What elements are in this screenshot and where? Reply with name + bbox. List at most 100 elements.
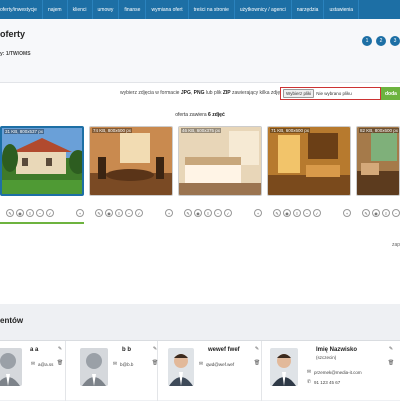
photo-toolbar: ✎ ◉ ≡ −: [362, 209, 400, 217]
selected-photo-indicator: [0, 222, 84, 224]
agent-name: b b: [122, 347, 131, 353]
photo-size-label: 71 KB, 600x600 px: [270, 128, 311, 133]
dining-room-image: [90, 127, 172, 195]
avatar: [168, 348, 194, 386]
pencil-icon[interactable]: ✎: [388, 346, 394, 352]
nav-item-offers[interactable]: oferty/inwestycje: [0, 0, 43, 19]
eye-icon[interactable]: ◉: [194, 209, 202, 217]
nav-item-finance[interactable]: finanse: [119, 0, 147, 19]
minus-icon[interactable]: −: [125, 209, 133, 217]
upload-hint: wybierz zdjęcia w formacie JPG, PNG lub …: [120, 90, 283, 96]
choose-files-button[interactable]: Wybierz pliki: [283, 89, 315, 98]
offer-number: y: 1/TW/OMS: [0, 51, 31, 57]
pencil-icon[interactable]: ✎: [273, 209, 281, 217]
agent-location: (szczecin): [316, 355, 337, 360]
eye-icon[interactable]: ◉: [372, 209, 380, 217]
nav-item-tools[interactable]: narzędzia: [292, 0, 325, 19]
bedroom-image: [179, 127, 261, 195]
step-2-button[interactable]: 2: [376, 36, 386, 46]
step-3-button[interactable]: 3: [390, 36, 400, 46]
agents-title: entów: [0, 316, 24, 325]
photo-count: oferta zawiera 6 zdjęć: [175, 112, 225, 118]
plus-icon[interactable]: +: [343, 209, 351, 217]
photo-size-label: 82 KB, 800x600 px: [359, 128, 399, 133]
file-input[interactable]: Wybierz pliki Nie wybrano pliku: [280, 87, 381, 100]
nav-item-contracts[interactable]: umowy: [93, 0, 120, 19]
avatar: [80, 348, 108, 386]
list-icon[interactable]: ≡: [382, 209, 390, 217]
agent-phone: 91 123 45 67: [314, 380, 341, 385]
agents-list: a a ✉ a@a.ss ✎ 🗑 b b ✉ b@b.b ✎ 🗑 wewef f…: [0, 340, 400, 401]
agent-email[interactable]: qwd@wef.wef: [206, 362, 234, 367]
agent-email[interactable]: b@b.b: [120, 362, 133, 367]
agent-name: Imię Nazwisko: [316, 347, 358, 353]
nav-item-settings[interactable]: ustawienia: [324, 0, 360, 19]
agent-contact-icons: ✉: [30, 361, 36, 367]
check-icon[interactable]: ✓: [313, 209, 321, 217]
photo-thumbnail[interactable]: 82 KB, 800x600 px: [356, 126, 400, 196]
minus-icon[interactable]: −: [303, 209, 311, 217]
nav-item-site-content[interactable]: treści na stronie: [189, 0, 235, 19]
check-icon[interactable]: ✓: [135, 209, 143, 217]
nav-item-users-agents[interactable]: użytkownicy / agenci: [235, 0, 292, 19]
list-icon[interactable]: ≡: [204, 209, 212, 217]
pencil-icon[interactable]: ✎: [184, 209, 192, 217]
trash-icon[interactable]: 🗑: [57, 360, 63, 366]
living-room-image: [268, 127, 350, 195]
pencil-icon[interactable]: ✎: [95, 209, 103, 217]
eye-icon[interactable]: ◉: [16, 209, 24, 217]
nav-item-clients[interactable]: klienci: [68, 0, 93, 19]
nav-item-rental[interactable]: najem: [43, 0, 68, 19]
agent-email[interactable]: przemek@media-it.com: [314, 370, 362, 375]
photo-toolbar: ✎ ◉ ≡ − ✓ +: [184, 209, 262, 217]
minus-icon[interactable]: −: [214, 209, 222, 217]
pencil-icon[interactable]: ✎: [57, 346, 63, 352]
eye-icon[interactable]: ◉: [283, 209, 291, 217]
upload-row: wybierz zdjęcia w formacie JPG, PNG lub …: [0, 86, 400, 100]
agents-section-header: [0, 304, 400, 340]
photo-thumbnail[interactable]: 46 KB, 600x375 px: [178, 126, 262, 196]
list-icon[interactable]: ≡: [293, 209, 301, 217]
agent-name: a a: [30, 347, 39, 353]
photo-thumbnail[interactable]: 71 KB, 600x600 px: [267, 126, 351, 196]
check-icon[interactable]: ✓: [224, 209, 232, 217]
pencil-icon[interactable]: ✎: [6, 209, 14, 217]
agent-name: wewef fwef: [208, 347, 240, 353]
list-icon[interactable]: ≡: [115, 209, 123, 217]
envelope-icon: ✉: [306, 369, 312, 375]
top-navigation: oferty/inwestycje najem klienci umowy fi…: [0, 0, 400, 19]
minus-icon[interactable]: −: [392, 209, 400, 217]
plus-icon[interactable]: +: [254, 209, 262, 217]
nav-item-offer-exchange[interactable]: wymiana ofert: [146, 0, 189, 19]
photo-toolbar: ✎ ◉ ≡ − ✓ +: [273, 209, 351, 217]
plus-icon[interactable]: +: [165, 209, 173, 217]
trash-icon[interactable]: 🗑: [388, 360, 394, 366]
photo-toolbar: ✎ ◉ ≡ − ✓ +: [95, 209, 173, 217]
house-exterior-image: [2, 128, 82, 194]
save-hint: zap: [391, 242, 400, 248]
agent-card[interactable]: Imię Nazwisko (szczecin) ✉ przemek@media…: [262, 341, 400, 401]
minus-icon[interactable]: −: [36, 209, 44, 217]
photo-thumbnail[interactable]: 31 KB, 800x537 px: [0, 126, 84, 196]
photo-size-label: 74 KB, 800x600 px: [92, 128, 133, 133]
pencil-icon[interactable]: ✎: [362, 209, 370, 217]
list-icon[interactable]: ≡: [26, 209, 34, 217]
add-photos-button[interactable]: doda: [381, 87, 400, 100]
step-1-button[interactable]: 1: [362, 36, 372, 46]
eye-icon[interactable]: ◉: [105, 209, 113, 217]
photo-thumbnail[interactable]: 74 KB, 800x600 px: [89, 126, 173, 196]
interior-image: [357, 127, 399, 195]
pencil-icon[interactable]: ✎: [254, 346, 260, 352]
agent-card[interactable]: b b ✉ b@b.b ✎ 🗑: [72, 341, 158, 401]
file-status: Nie wybrano pliku: [316, 91, 352, 96]
page-header: [0, 19, 400, 82]
agent-card[interactable]: a a ✉ a@a.ss ✎ 🗑: [0, 341, 66, 401]
agent-email[interactable]: a@a.ss: [38, 362, 53, 367]
plus-icon[interactable]: +: [76, 209, 84, 217]
agent-card[interactable]: wewef fwef ✉ qwd@wef.wef ✎ 🗑: [158, 341, 262, 401]
photo-toolbar: ✎ ◉ ≡ − ✓ +: [6, 209, 84, 217]
check-icon[interactable]: ✓: [46, 209, 54, 217]
trash-icon[interactable]: 🗑: [254, 360, 260, 366]
phone-icon: ✆: [306, 379, 312, 385]
page-title: oferty: [0, 29, 26, 39]
